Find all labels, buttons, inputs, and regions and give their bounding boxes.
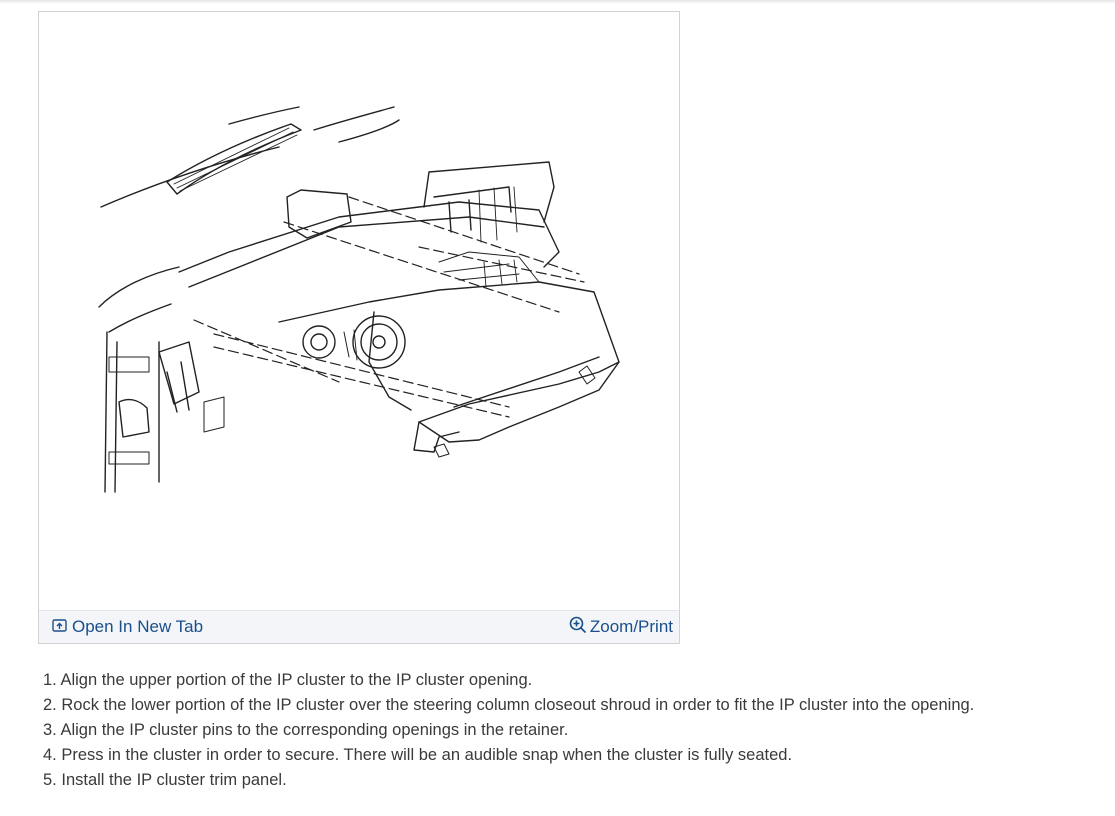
step-number: 4. [43,746,57,764]
top-shadow [0,0,1115,4]
figure-card: Open In New Tab Zoom/Print [38,11,680,644]
step-item: 1. Align the upper portion of the IP clu… [43,668,1103,693]
step-number: 2. [43,696,57,714]
step-item: 2. Rock the lower portion of the IP clus… [43,693,1103,718]
ip-cluster-diagram [39,12,679,610]
open-new-tab-link[interactable]: Open In New Tab [52,617,203,637]
step-number: 5. [43,771,57,789]
step-text: Install the IP cluster trim panel. [61,771,287,789]
zoom-in-icon [569,616,587,639]
open-new-tab-icon [52,617,67,637]
step-item: 4. Press in the cluster in order to secu… [43,743,1103,768]
step-item: 5. Install the IP cluster trim panel. [43,768,1103,793]
step-text: Press in the cluster in order to secure.… [61,746,793,764]
step-text: Align the upper portion of the IP cluste… [60,671,533,689]
step-text: Align the IP cluster pins to the corresp… [60,721,569,739]
figure-toolbar: Open In New Tab Zoom/Print [39,610,679,643]
instruction-steps: 1. Align the upper portion of the IP clu… [43,668,1103,793]
step-number: 1. [43,671,57,689]
step-text: Rock the lower portion of the IP cluster… [61,696,975,714]
step-number: 3. [43,721,57,739]
open-new-tab-label: Open In New Tab [72,617,204,636]
zoom-print-label: Zoom/Print [589,617,673,636]
zoom-print-link[interactable]: Zoom/Print [569,616,673,639]
ip-cluster-line-drawing [98,106,620,493]
step-item: 3. Align the IP cluster pins to the corr… [43,718,1103,743]
